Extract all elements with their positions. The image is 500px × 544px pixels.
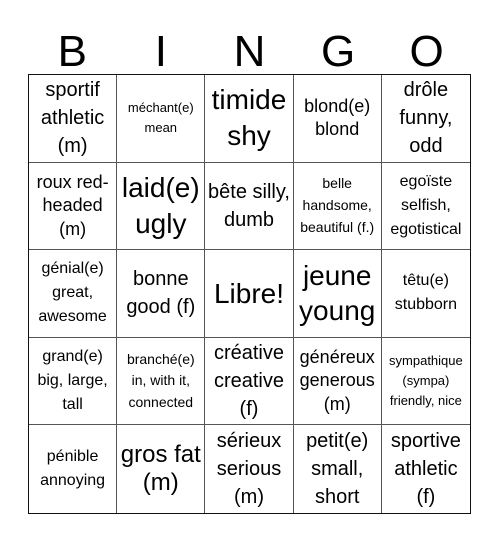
free-space-text: Libre!: [213, 277, 285, 309]
header-letter-n: N: [233, 27, 266, 76]
cell-text: pénible annoying: [40, 448, 106, 490]
bingo-cell[interactable]: drôle funny, odd: [381, 75, 470, 163]
cell-text: gros fat (m): [120, 441, 201, 497]
bingo-board: sportif athletic (m) méchant(e) mean tim…: [28, 74, 471, 514]
cell-text: grand(e) big, large, tall: [37, 348, 108, 414]
cell-text: bête silly, dumb: [208, 180, 290, 231]
cell-text: branché(e) in, with it, connected: [126, 350, 195, 410]
cell-text: bonne good (f): [126, 268, 196, 319]
bingo-cell[interactable]: méchant(e) mean: [117, 75, 206, 163]
cell-text: génial(e) great, awesome: [38, 260, 107, 326]
cell-text: timide shy: [211, 84, 287, 152]
bingo-cell[interactable]: bonne good (f): [117, 250, 206, 338]
bingo-cell[interactable]: sportive athletic (f): [382, 425, 470, 513]
cell-text: méchant(e) mean: [127, 100, 194, 136]
cell-text: sportif athletic (m): [40, 79, 105, 158]
header-letter-o: O: [409, 27, 444, 76]
bingo-cell[interactable]: sympathique (sympa) friendly, nice: [381, 338, 470, 426]
header-letter-b: B: [57, 27, 87, 76]
cell-text: petit(e) small, short: [306, 430, 369, 509]
cell-text: créative creative (f): [213, 342, 284, 421]
bingo-cell[interactable]: gros fat (m): [117, 425, 206, 513]
cell-text: sympathique (sympa) friendly, nice: [389, 352, 463, 409]
bingo-cell[interactable]: grand(e) big, large, tall: [29, 337, 118, 426]
bingo-cell[interactable]: bête silly, dumb: [205, 162, 294, 251]
header-letter-g: G: [320, 27, 356, 76]
cell-text: belle handsome, beautiful (f.): [300, 175, 375, 235]
bingo-cell[interactable]: petit(e) small, short: [294, 425, 382, 513]
bingo-cell[interactable]: blond(e) blond: [293, 75, 382, 163]
cell-text: sérieux serious (m): [216, 430, 282, 509]
bingo-cell[interactable]: créative creative (f): [205, 337, 294, 426]
bingo-cell[interactable]: généreux generous (m): [293, 337, 382, 426]
bingo-cell[interactable]: têtu(e) stubborn: [381, 250, 470, 338]
cell-text: egoïste selfish, egotistical: [390, 172, 462, 238]
cell-text: roux red-headed (m): [36, 171, 109, 239]
cell-text: blond(e) blond: [304, 95, 371, 140]
bingo-cell[interactable]: laid(e) ugly: [117, 162, 206, 251]
cell-text: généreux generous (m): [299, 347, 375, 414]
header-letter-i: I: [154, 27, 167, 76]
bingo-cell[interactable]: sportif athletic (m): [29, 75, 118, 163]
bingo-cell[interactable]: pénible annoying: [29, 425, 118, 513]
bingo-cell[interactable]: sérieux serious (m): [205, 425, 294, 513]
cell-text: jeune young: [299, 259, 376, 327]
bingo-cell[interactable]: jeune young: [293, 250, 382, 338]
cell-text: laid(e) ugly: [121, 172, 200, 239]
cell-text: têtu(e) stubborn: [394, 272, 458, 314]
bingo-cell[interactable]: belle handsome, beautiful (f.): [293, 162, 382, 251]
bingo-cell[interactable]: egoïste selfish, egotistical: [381, 163, 470, 251]
bingo-cell[interactable]: branché(e) in, with it, connected: [117, 337, 206, 426]
bingo-cell[interactable]: timide shy: [205, 75, 294, 163]
cell-text: sportive athletic (f): [390, 430, 461, 509]
free-space-cell[interactable]: Libre!: [205, 250, 294, 338]
bingo-cell[interactable]: génial(e) great, awesome: [29, 250, 118, 338]
bingo-header: B I N G O: [28, 30, 471, 74]
cell-text: drôle funny, odd: [399, 79, 453, 158]
bingo-cell[interactable]: roux red-headed (m): [29, 162, 118, 251]
